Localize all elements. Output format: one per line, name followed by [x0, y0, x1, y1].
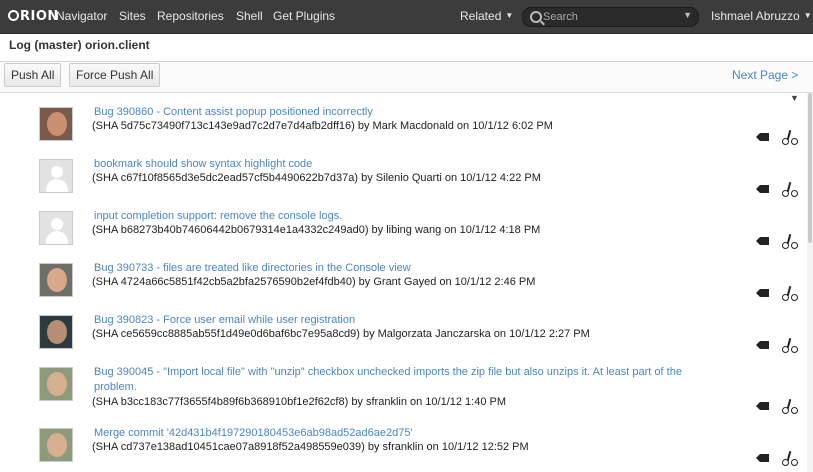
tag-icon[interactable] — [756, 132, 770, 142]
tag-icon[interactable] — [756, 340, 770, 350]
nav-sites[interactable]: Sites — [119, 9, 146, 23]
cherry-pick-icon[interactable] — [781, 285, 799, 301]
nav-get-plugins[interactable]: Get Plugins — [273, 9, 335, 23]
commit-meta: (SHA b3cc183c77f3655f4b89f6b368910bf1e2f… — [92, 396, 507, 408]
commit-message-link[interactable]: Bug 390860 - Content assist popup positi… — [94, 105, 704, 120]
cherry-pick-icon[interactable] — [781, 129, 799, 145]
avatar — [39, 159, 73, 193]
force-push-all-button[interactable]: Force Push All — [69, 63, 161, 87]
commit-message-link[interactable]: Bug 390823 - Force user email while user… — [94, 313, 704, 328]
commit-message-link[interactable]: Merge commit '42d431b4f197290180453e6ab9… — [94, 426, 704, 441]
tag-icon[interactable] — [756, 453, 770, 463]
avatar — [39, 211, 73, 245]
chevron-down-icon: ▼ — [803, 11, 812, 20]
cherry-pick-icon[interactable] — [781, 233, 799, 249]
commit-message-link[interactable]: bookmark should show syntax highlight co… — [94, 157, 704, 172]
top-banner: RION Navigator Sites Repositories Shell … — [0, 0, 813, 34]
user-name: Ishmael Abruzzo — [711, 9, 800, 23]
nav-navigator[interactable]: Navigator — [56, 9, 107, 23]
tag-icon[interactable] — [756, 288, 770, 298]
commit-meta: (SHA ce5659cc8885ab55f1d49e0d6baf6bc7e95… — [92, 328, 590, 340]
nav-repositories[interactable]: Repositories — [157, 9, 224, 23]
search-icon — [530, 11, 542, 23]
related-label: Related — [460, 9, 502, 23]
toolbar: Push All Force Push All Next Page > — [0, 62, 813, 93]
scroll-up-arrow-icon[interactable]: ▼ — [790, 93, 799, 103]
chevron-down-icon: ▼ — [505, 11, 514, 20]
commit-meta: (SHA c67f10f8565d3e5dc2ead57cf5b4490622b… — [92, 172, 541, 184]
avatar — [39, 107, 73, 141]
avatar — [39, 428, 73, 462]
commit-list[interactable]: ▼ Bug 390860 - Content assist popup posi… — [0, 93, 813, 472]
orion-logo[interactable]: RION — [8, 9, 59, 24]
commit-message-link[interactable]: Bug 390045 - "Import local file" with "u… — [94, 365, 704, 395]
avatar — [39, 263, 73, 297]
commit-meta: (SHA 4724a66c5851f42cb5a2bfa2576590b2ef4… — [92, 276, 536, 288]
nav-shell[interactable]: Shell — [236, 9, 263, 23]
scrollbar-thumb[interactable] — [808, 93, 812, 243]
page-title: Log (master) orion.client — [9, 38, 150, 52]
tag-icon[interactable] — [756, 401, 770, 411]
tag-icon[interactable] — [756, 184, 770, 194]
commit-meta: (SHA 5d75c73490f713c143e9ad7c2d7e7d4afb2… — [92, 120, 553, 132]
commit-message-link[interactable]: Bug 390733 - files are treated like dire… — [94, 261, 704, 276]
user-menu[interactable]: Ishmael Abruzzo ▼ — [711, 9, 812, 23]
commit-meta: (SHA cd737e138ad10451cae07a8918f52a49855… — [92, 441, 529, 453]
avatar — [39, 315, 73, 349]
vertical-scrollbar[interactable] — [807, 93, 813, 472]
related-menu[interactable]: Related ▼ — [460, 9, 513, 23]
search-box[interactable]: ▼ — [522, 7, 699, 27]
avatar — [39, 367, 73, 401]
commit-meta: (SHA b68273b40b74606442b0679314e1a4332c2… — [92, 224, 541, 236]
orion-logo-icon — [8, 10, 19, 21]
cherry-pick-icon[interactable] — [781, 337, 799, 353]
cherry-pick-icon[interactable] — [781, 181, 799, 197]
search-input[interactable] — [543, 9, 673, 24]
search-options-chevron-icon[interactable]: ▼ — [683, 10, 692, 20]
cherry-pick-icon[interactable] — [781, 450, 799, 466]
next-page-link[interactable]: Next Page > — [732, 68, 798, 82]
commit-message-link[interactable]: input completion support: remove the con… — [94, 209, 704, 224]
push-all-button[interactable]: Push All — [4, 63, 62, 87]
cherry-pick-icon[interactable] — [781, 398, 799, 414]
brand-text: RION — [20, 9, 59, 24]
tag-icon[interactable] — [756, 236, 770, 246]
